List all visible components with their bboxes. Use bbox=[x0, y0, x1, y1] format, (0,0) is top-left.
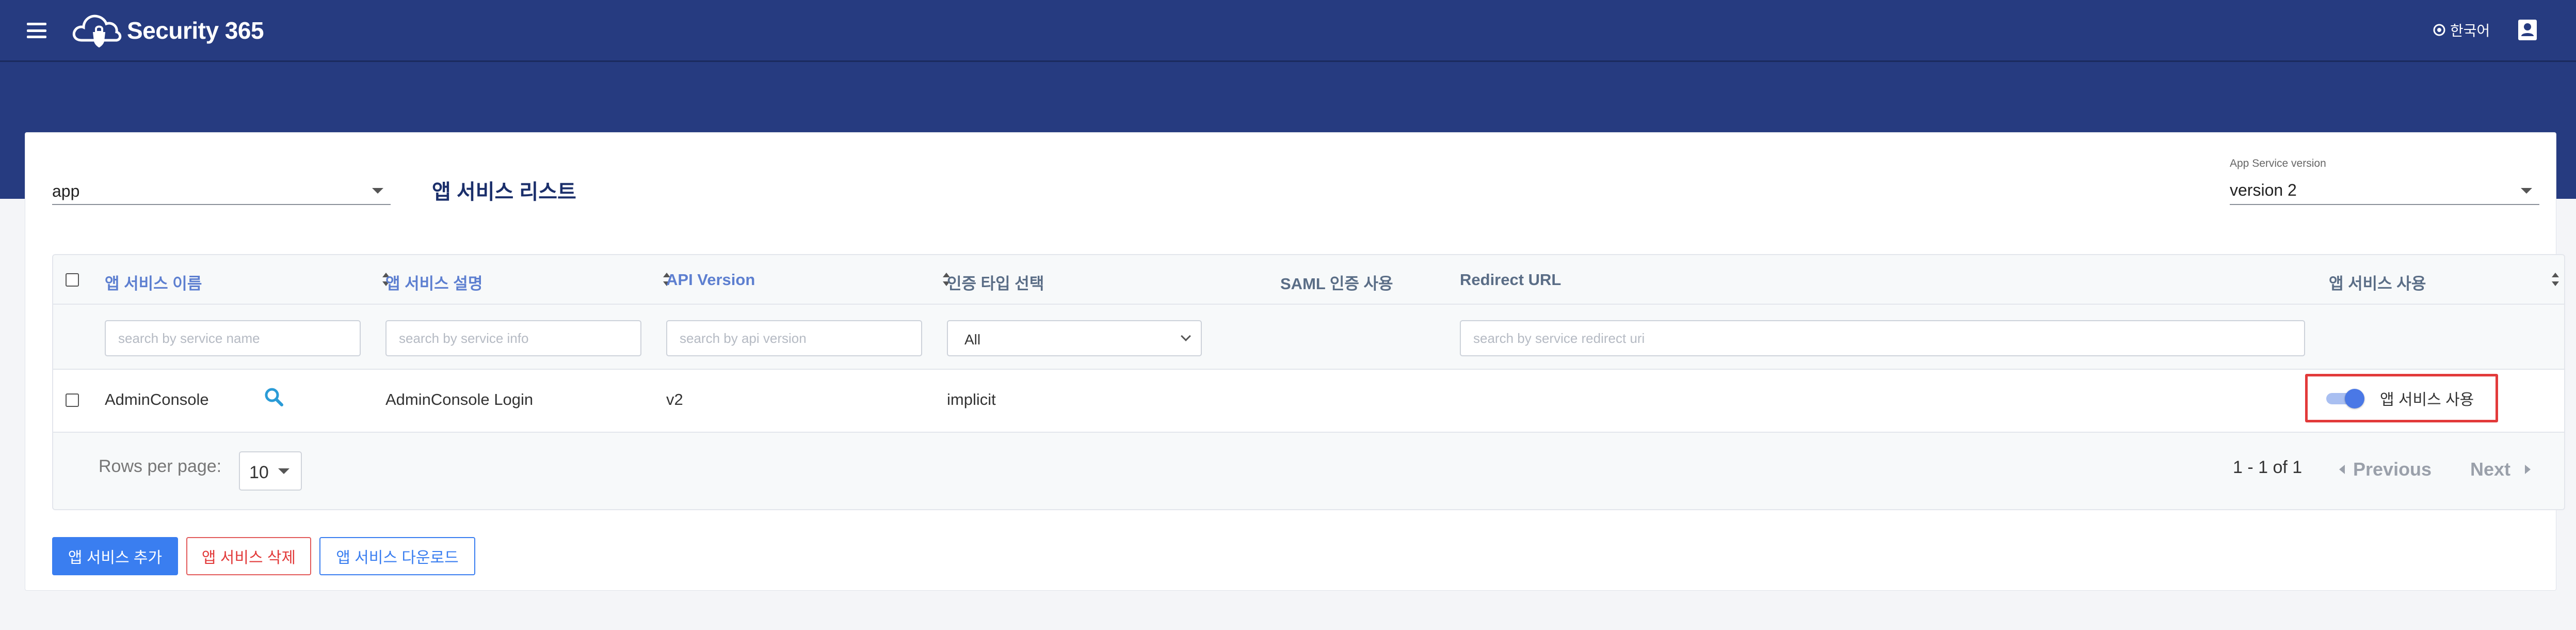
table-footer: Rows per page: 10 1 - 1 of 1 Previous Ne… bbox=[53, 433, 2564, 510]
chevron-down-icon bbox=[1181, 331, 1191, 341]
main-card: app 앱 서비스 리스트 App Service version versio… bbox=[25, 132, 2565, 591]
column-header-saml: SAML 인증 사용 bbox=[1280, 275, 1393, 293]
app-header: Security 365 한국어 bbox=[0, 0, 2576, 62]
row-checkbox[interactable] bbox=[66, 393, 79, 407]
column-header-redirect-url: Redirect URL bbox=[1460, 271, 1561, 289]
menu-icon[interactable] bbox=[27, 23, 46, 38]
delete-service-button[interactable]: 앱 서비스 삭제 bbox=[186, 537, 311, 575]
page-title: 앱 서비스 리스트 bbox=[432, 181, 576, 203]
chevron-right-icon bbox=[2525, 465, 2531, 474]
service-enabled-highlight: 앱 서비스 사용 bbox=[2305, 374, 2498, 422]
previous-label: Previous bbox=[2353, 459, 2432, 480]
service-enabled-toggle[interactable] bbox=[2326, 389, 2364, 408]
language-selector[interactable]: 한국어 bbox=[2433, 20, 2490, 40]
api-version-filter-input[interactable] bbox=[666, 320, 922, 356]
column-header-auth-type: 인증 타입 선택 bbox=[947, 275, 1044, 293]
download-service-button[interactable]: 앱 서비스 다운로드 bbox=[319, 537, 475, 575]
api-version-cell: v2 bbox=[666, 390, 683, 408]
next-page-button[interactable]: Next bbox=[2470, 459, 2531, 480]
search-icon[interactable] bbox=[262, 385, 286, 409]
column-header-api-version[interactable]: API Version bbox=[666, 271, 755, 289]
auth-type-cell: implicit bbox=[947, 390, 996, 408]
rows-per-page-select[interactable]: 10 bbox=[239, 451, 302, 491]
service-info-filter-input[interactable] bbox=[385, 320, 641, 356]
brand-name: Security 365 bbox=[127, 17, 264, 44]
language-label: 한국어 bbox=[2450, 23, 2490, 39]
globe-icon bbox=[2433, 24, 2445, 36]
toggle-knob bbox=[2345, 389, 2364, 408]
select-all-checkbox[interactable] bbox=[66, 273, 79, 287]
add-service-button[interactable]: 앱 서비스 추가 bbox=[52, 537, 178, 575]
previous-page-button[interactable]: Previous bbox=[2339, 459, 2432, 480]
brand-logo[interactable]: Security 365 bbox=[70, 7, 264, 54]
app-select[interactable]: app bbox=[52, 177, 391, 205]
app-service-table: 앱 서비스 이름 앱 서비스 설명 API Version 인증 타입 선택 S… bbox=[52, 254, 2565, 510]
table-filter-row: All bbox=[53, 305, 2564, 370]
caret-down-icon bbox=[372, 188, 383, 194]
chevron-left-icon bbox=[2339, 465, 2345, 474]
cloud-lock-logo-icon bbox=[72, 14, 122, 48]
version-value: version 2 bbox=[2230, 181, 2297, 199]
column-header-service-enabled[interactable]: 앱 서비스 사용 bbox=[2329, 271, 2426, 294]
column-header-service-info[interactable]: 앱 서비스 설명 bbox=[385, 271, 482, 294]
auth-type-filter-select[interactable]: All bbox=[947, 320, 1202, 356]
table-row: AdminConsole AdminConsole Login v2 impli… bbox=[53, 370, 2564, 433]
caret-down-icon bbox=[2521, 188, 2532, 194]
rows-per-page-label: Rows per page: bbox=[99, 456, 222, 476]
service-enabled-label: 앱 서비스 사용 bbox=[2380, 391, 2474, 408]
service-name-filter-input[interactable] bbox=[105, 320, 361, 356]
auth-type-filter-value: All bbox=[964, 332, 981, 348]
next-label: Next bbox=[2470, 459, 2511, 480]
sort-icon[interactable] bbox=[2552, 273, 2559, 286]
app-select-value: app bbox=[52, 182, 80, 200]
pagination-range: 1 - 1 of 1 bbox=[2233, 458, 2303, 477]
version-select-field[interactable]: version 2 bbox=[2230, 175, 2539, 205]
version-label: App Service version bbox=[2230, 158, 2326, 169]
table-header-row: 앱 서비스 이름 앱 서비스 설명 API Version 인증 타입 선택 S… bbox=[53, 255, 2564, 305]
service-name-cell: AdminConsole bbox=[105, 390, 209, 408]
caret-down-icon bbox=[278, 468, 289, 474]
redirect-url-filter-input[interactable] bbox=[1460, 320, 2305, 356]
rows-per-page-value: 10 bbox=[249, 463, 269, 482]
column-header-service-name[interactable]: 앱 서비스 이름 bbox=[105, 271, 202, 294]
version-select[interactable]: App Service version version 2 bbox=[2230, 158, 2539, 205]
account-icon[interactable] bbox=[2516, 19, 2539, 41]
service-info-cell: AdminConsole Login bbox=[385, 390, 534, 408]
